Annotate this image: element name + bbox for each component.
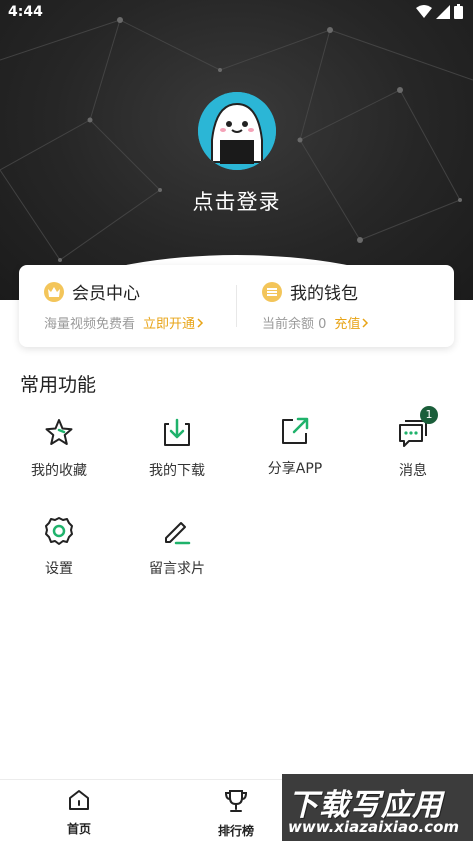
tab-home[interactable]: 首页 [29, 788, 129, 837]
edit-icon [165, 522, 191, 545]
crown-icon [44, 281, 64, 302]
vip-open-label: 立即开通 [143, 317, 196, 332]
vip-open-link[interactable]: 立即开通 [143, 313, 204, 332]
vip-center[interactable]: 会员中心 海量视频免费看 立即开通 [44, 279, 204, 332]
favorites-item[interactable]: 我的收藏 [0, 416, 118, 480]
settings-item[interactable]: 设置 [0, 514, 118, 578]
signal-icon [436, 4, 450, 19]
trophy-icon [224, 790, 248, 812]
wifi-icon [416, 4, 432, 18]
message-badge: 1 [420, 406, 438, 424]
wallet-icon [262, 281, 282, 302]
download-icon [164, 418, 190, 446]
recharge-link[interactable]: 充值 [334, 313, 369, 332]
share-label: 分享APP [267, 461, 323, 477]
share-icon [282, 417, 309, 444]
tab-ranking[interactable]: 排行榜 [186, 788, 286, 839]
avatar[interactable] [198, 92, 276, 170]
messages-label: 消息 [399, 463, 427, 479]
message-icon-wrap: 1 [396, 406, 438, 450]
account-card: 会员中心 海量视频免费看 立即开通 我的钱包 当前余额 0 充值 [19, 265, 454, 347]
tab-home-label: 首页 [66, 822, 91, 836]
messages-item[interactable]: 1 消息 [354, 406, 472, 480]
wallet-title: 我的钱包 [290, 284, 358, 304]
share-item[interactable]: 分享APP [236, 414, 354, 478]
chevron-right-icon [197, 317, 204, 328]
star-icon [45, 419, 73, 445]
downloads-item[interactable]: 我的下载 [118, 416, 236, 480]
watermark: 下载写应用 www.xiazaixiao.com [282, 774, 473, 841]
login-button[interactable]: 点击登录 [0, 186, 473, 216]
onigiri-avatar-icon [198, 92, 276, 170]
status-bar: 4:44 [0, 0, 473, 26]
chevron-right-icon [362, 317, 369, 328]
section-title: 常用功能 [20, 374, 97, 396]
downloads-label: 我的下载 [149, 463, 205, 479]
gear-icon [45, 517, 73, 545]
wallet-balance: 当前余额 0 [262, 317, 327, 332]
vip-subtitle: 海量视频免费看 [44, 317, 136, 332]
favorites-label: 我的收藏 [31, 463, 87, 479]
wallet[interactable]: 我的钱包 当前余额 0 充值 [262, 279, 369, 332]
status-time: 4:44 [8, 4, 43, 20]
watermark-url: www.xiazaixiao.com [288, 818, 460, 836]
card-divider [236, 285, 237, 327]
battery-icon [454, 4, 463, 19]
settings-label: 设置 [45, 561, 73, 577]
home-icon [69, 790, 89, 810]
request-movie-item[interactable]: 留言求片 [118, 514, 236, 578]
tab-ranking-label: 排行榜 [217, 824, 254, 838]
vip-title: 会员中心 [72, 284, 140, 304]
request-movie-label: 留言求片 [149, 561, 205, 577]
recharge-label: 充值 [334, 317, 361, 332]
